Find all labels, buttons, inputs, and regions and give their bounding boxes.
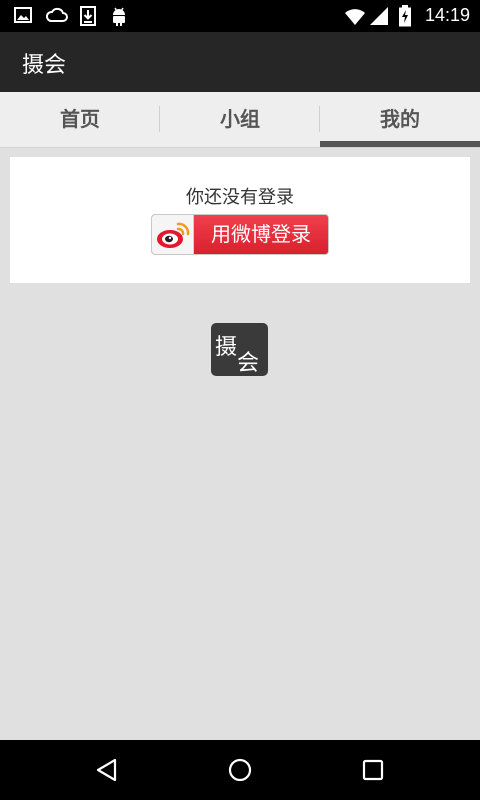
cell-signal-icon xyxy=(370,7,388,25)
login-card: 你还没有登录 用微博登录 xyxy=(10,157,470,283)
app-bar: 摄会 xyxy=(0,32,480,92)
tab-bar: 首页 小组 我的 xyxy=(0,92,480,148)
download-icon xyxy=(80,6,96,26)
tab-home[interactable]: 首页 xyxy=(0,92,160,148)
tab-mine[interactable]: 我的 xyxy=(320,92,480,148)
app-title: 摄会 xyxy=(22,53,67,78)
navigation-bar xyxy=(0,740,480,800)
tab-selected-indicator xyxy=(320,141,480,147)
weibo-logo-area xyxy=(152,215,194,254)
back-icon[interactable] xyxy=(92,755,122,785)
android-debug-icon xyxy=(113,7,125,26)
weibo-login-label: 用微博登录 xyxy=(194,215,328,254)
status-time: 14:19 xyxy=(424,5,470,25)
battery-charging-icon xyxy=(399,5,411,27)
recents-icon[interactable] xyxy=(358,755,388,785)
wifi-icon xyxy=(345,9,365,25)
login-prompt: 你还没有登录 xyxy=(186,187,294,208)
tab-groups[interactable]: 小组 xyxy=(160,92,320,148)
weibo-login-button[interactable]: 用微博登录 xyxy=(151,214,329,255)
status-bar: 14:19 xyxy=(0,0,480,32)
logo-char-2: 会 xyxy=(237,351,260,376)
app-logo: 摄 会 xyxy=(211,323,268,376)
logo-char-1: 摄 xyxy=(215,335,238,360)
home-icon[interactable] xyxy=(225,755,255,785)
weibo-icon xyxy=(157,222,190,248)
image-notification-icon xyxy=(14,7,32,23)
cloud-icon xyxy=(46,7,68,22)
